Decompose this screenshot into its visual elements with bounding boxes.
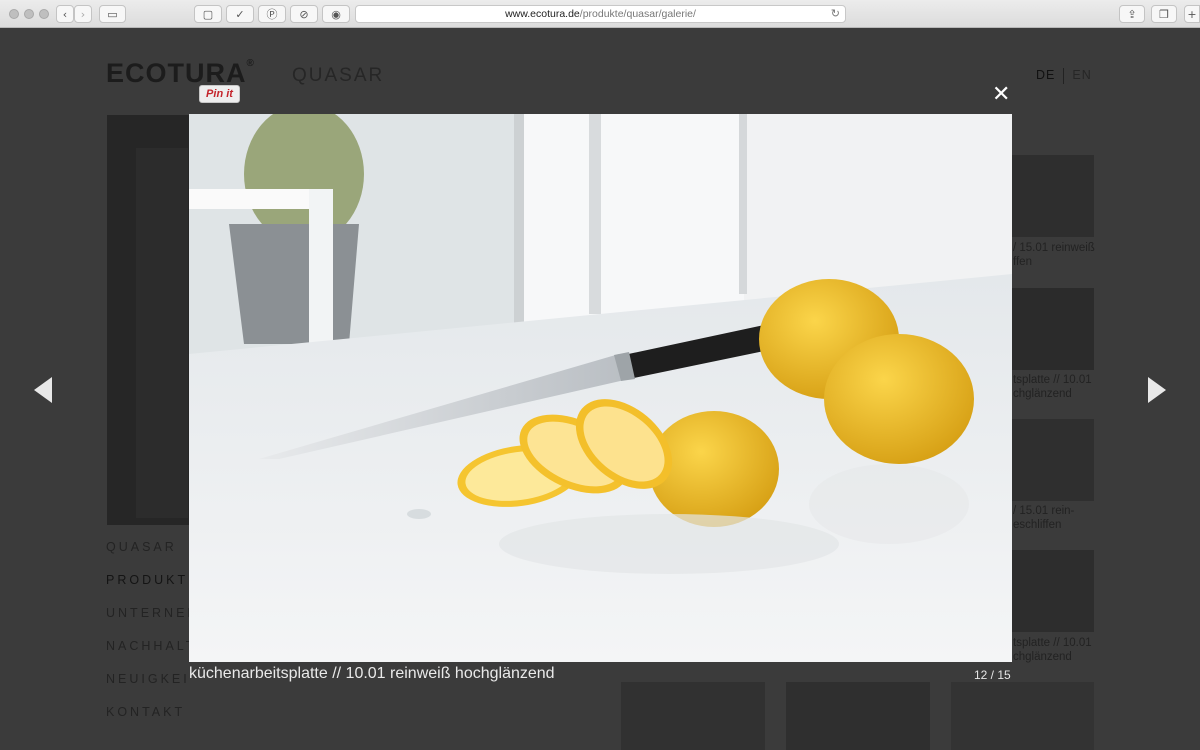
share-icon: ⇪ bbox=[1127, 7, 1137, 21]
tabs-button[interactable]: ❐ bbox=[1151, 5, 1177, 23]
product-title: QUASAR bbox=[292, 65, 385, 86]
gallery-thumbnail[interactable] bbox=[1012, 288, 1094, 370]
photo-caption: küchenarbeitsplatte // 10.01 reinweiß ho… bbox=[189, 665, 555, 682]
reload-icon[interactable]: ↻ bbox=[831, 7, 840, 20]
lang-en[interactable]: EN bbox=[1072, 68, 1091, 84]
gallery-thumbnail[interactable] bbox=[951, 682, 1094, 750]
lang-de[interactable]: DE bbox=[1036, 68, 1055, 84]
extension-button[interactable]: ◉ bbox=[322, 5, 350, 23]
hero-image-detail bbox=[136, 148, 188, 518]
url-path: /produkte/quasar/galerie/ bbox=[579, 8, 696, 20]
thumbnail-caption: tsplatte // 10.01 chglänzend bbox=[1013, 637, 1092, 663]
image-counter: 12 / 15 bbox=[974, 668, 1011, 682]
block-icon: ⊘ bbox=[299, 7, 309, 21]
forward-button[interactable]: › bbox=[74, 5, 92, 23]
sidebar-button[interactable]: ▭ bbox=[99, 5, 126, 23]
nav-item-nachhaltigkeit[interactable]: NACHHALT bbox=[106, 639, 199, 672]
gallery-thumbnail[interactable] bbox=[1012, 550, 1094, 632]
new-tab-button[interactable]: + bbox=[1184, 5, 1200, 23]
nav-item-unternehmen[interactable]: UNTERNEH bbox=[106, 606, 199, 639]
share-button[interactable]: ⇪ bbox=[1119, 5, 1145, 23]
registered-mark: ® bbox=[246, 58, 255, 69]
nav-item-quasar[interactable]: QUASAR bbox=[106, 540, 199, 573]
reader-icon: ▢ bbox=[202, 7, 214, 21]
close-lightbox-icon[interactable]: ✕ bbox=[992, 82, 1010, 107]
url-domain: www.ecotura.de bbox=[505, 8, 580, 20]
pin-it-button[interactable]: Pin it bbox=[199, 85, 240, 103]
plus-icon: + bbox=[1187, 7, 1197, 21]
address-bar[interactable]: www.ecotura.de/produkte/quasar/galerie/ … bbox=[355, 5, 846, 23]
close-window-button[interactable] bbox=[9, 9, 19, 19]
browser-toolbar: ‹ › ▭ ▢ ✓ Ⓟ ⊘ ◉ www.ecotura.de/produkte/… bbox=[0, 0, 1200, 28]
thumbnail-caption: / 15.01 reinweiß ffen bbox=[1013, 242, 1095, 268]
gallery-thumbnail[interactable] bbox=[1012, 155, 1094, 237]
nav-item-neuigkeiten[interactable]: NEUIGKEI bbox=[106, 672, 199, 705]
thumbnail-caption: / 15.01 rein- eschliffen bbox=[1013, 505, 1075, 531]
lightbox-photo bbox=[189, 114, 1012, 662]
next-arrow-icon[interactable] bbox=[1148, 377, 1166, 403]
language-switcher: DE EN bbox=[1036, 68, 1092, 84]
nav-item-produkte[interactable]: PRODUKTE bbox=[106, 573, 199, 606]
prev-arrow-icon[interactable] bbox=[34, 377, 52, 403]
extension-icon: ◉ bbox=[331, 7, 341, 21]
pinterest-icon: Ⓟ bbox=[266, 8, 278, 21]
check-icon: ✓ bbox=[235, 7, 245, 21]
chevron-left-icon: ‹ bbox=[62, 7, 68, 21]
reader-button[interactable]: ▢ bbox=[194, 5, 222, 23]
main-nav: QUASAR PRODUKTE UNTERNEH NACHHALT NEUIGK… bbox=[106, 540, 199, 738]
gallery-thumbnail[interactable] bbox=[1012, 419, 1094, 501]
back-button[interactable]: ‹ bbox=[56, 5, 74, 23]
blocker-extension-button[interactable]: ⊘ bbox=[290, 5, 318, 23]
extension-check-button[interactable]: ✓ bbox=[226, 5, 254, 23]
minimize-window-button[interactable] bbox=[24, 9, 34, 19]
zoom-window-button[interactable] bbox=[39, 9, 49, 19]
logo-text: ECOTURA bbox=[106, 58, 247, 88]
sidebar-icon: ▭ bbox=[107, 7, 118, 21]
gallery-thumbnail[interactable] bbox=[786, 682, 930, 750]
nav-item-kontakt[interactable]: KONTAKT bbox=[106, 705, 199, 738]
chevron-right-icon: › bbox=[80, 7, 86, 21]
gallery-thumbnail[interactable] bbox=[621, 682, 765, 750]
tabs-icon: ❐ bbox=[1159, 7, 1169, 21]
thumbnail-caption: tsplatte // 10.01 chglänzend bbox=[1013, 374, 1092, 400]
lang-divider bbox=[1063, 68, 1065, 84]
kitchen-countertop-photo bbox=[189, 114, 1012, 662]
pinterest-extension-button[interactable]: Ⓟ bbox=[258, 5, 286, 23]
